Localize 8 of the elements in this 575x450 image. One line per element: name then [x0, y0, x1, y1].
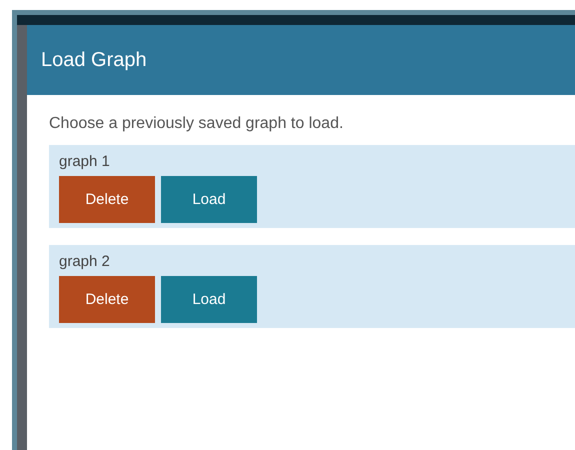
- delete-button[interactable]: Delete: [59, 176, 155, 223]
- load-button[interactable]: Load: [161, 276, 257, 323]
- load-button[interactable]: Load: [161, 176, 257, 223]
- instruction-text: Choose a previously saved graph to load.: [49, 115, 344, 133]
- graph-name: graph 1: [59, 153, 111, 170]
- dialog-title: Load Graph: [41, 48, 147, 72]
- graph-name: graph 2: [59, 253, 111, 270]
- delete-button[interactable]: Delete: [59, 276, 155, 323]
